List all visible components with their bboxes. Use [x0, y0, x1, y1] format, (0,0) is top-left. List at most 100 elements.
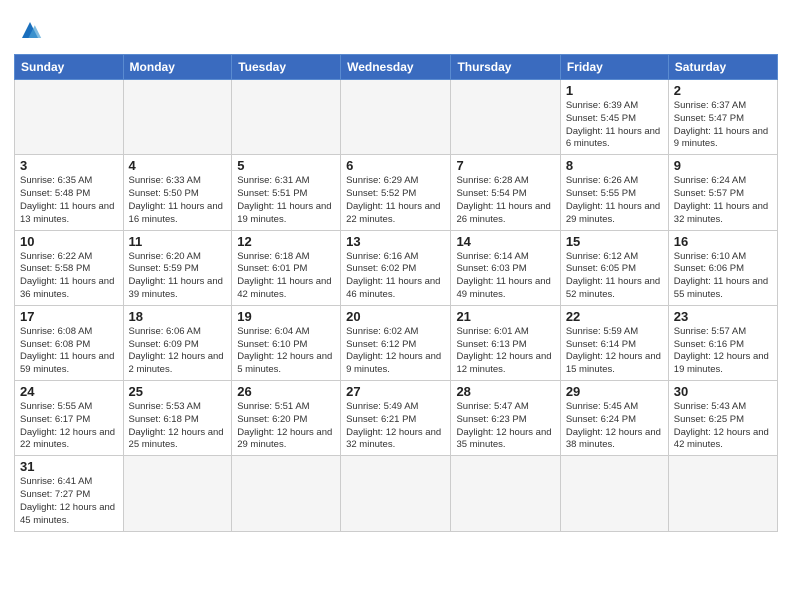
calendar-cell: 25 Sunrise: 5:53 AM Sunset: 6:18 PM Dayli…: [123, 381, 232, 456]
day-info: Sunrise: 6:29 AM Sunset: 5:52 PM Dayligh…: [346, 175, 445, 226]
day-info: Sunrise: 5:43 AM Sunset: 6:25 PM Dayligh…: [674, 401, 772, 452]
day-number: 24: [20, 384, 118, 399]
calendar-cell: 1 Sunrise: 6:39 AM Sunset: 5:45 PM Daylig…: [560, 80, 668, 155]
calendar-cell: 20 Sunrise: 6:02 AM Sunset: 6:12 PM Dayli…: [341, 305, 451, 380]
day-info: Sunrise: 6:26 AM Sunset: 5:55 PM Dayligh…: [566, 175, 663, 226]
calendar-week-row: 10Sunrise: 6:22 AM Sunset: 5:58 PM Dayli…: [15, 230, 778, 305]
day-info: Sunrise: 5:59 AM Sunset: 6:14 PM Dayligh…: [566, 326, 663, 377]
day-number: 1: [566, 83, 663, 98]
calendar-cell: 4 Sunrise: 6:33 AM Sunset: 5:50 PM Daylig…: [123, 155, 232, 230]
day-info: Sunrise: 6:16 AM Sunset: 6:02 PM Dayligh…: [346, 251, 445, 302]
day-info: Sunrise: 6:28 AM Sunset: 5:54 PM Dayligh…: [456, 175, 554, 226]
day-number: 25: [129, 384, 227, 399]
day-number: 29: [566, 384, 663, 399]
logo: [14, 14, 50, 46]
day-info: Sunrise: 6:18 AM Sunset: 6:01 PM Dayligh…: [237, 251, 335, 302]
calendar-cell: 28Sunrise: 5:47 AM Sunset: 6:23 PM Dayli…: [451, 381, 560, 456]
day-number: 13: [346, 234, 445, 249]
day-number: 2: [674, 83, 772, 98]
day-number: 17: [20, 309, 118, 324]
day-info: Sunrise: 5:53 AM Sunset: 6:18 PM Dayligh…: [129, 401, 227, 452]
day-number: 6: [346, 158, 445, 173]
calendar-cell: 31Sunrise: 6:41 AM Sunset: 7:27 PM Dayli…: [15, 456, 124, 531]
day-number: 21: [456, 309, 554, 324]
calendar-cell: [123, 456, 232, 531]
calendar-week-row: 31Sunrise: 6:41 AM Sunset: 7:27 PM Dayli…: [15, 456, 778, 531]
logo-icon: [14, 14, 46, 46]
day-number: 27: [346, 384, 445, 399]
day-info: Sunrise: 6:35 AM Sunset: 5:48 PM Dayligh…: [20, 175, 118, 226]
day-info: Sunrise: 6:37 AM Sunset: 5:47 PM Dayligh…: [674, 100, 772, 151]
calendar-cell: [15, 80, 124, 155]
day-number: 23: [674, 309, 772, 324]
calendar-week-row: 24 Sunrise: 5:55 AM Sunset: 6:17 PM Dayli…: [15, 381, 778, 456]
day-info: Sunrise: 6:22 AM Sunset: 5:58 PM Dayligh…: [20, 251, 118, 302]
calendar-cell: 8 Sunrise: 6:26 AM Sunset: 5:55 PM Daylig…: [560, 155, 668, 230]
calendar-week-row: 1 Sunrise: 6:39 AM Sunset: 5:45 PM Daylig…: [15, 80, 778, 155]
weekday-header: Sunday: [15, 55, 124, 80]
calendar-cell: [451, 456, 560, 531]
calendar-cell: [232, 456, 341, 531]
day-info: Sunrise: 6:33 AM Sunset: 5:50 PM Dayligh…: [129, 175, 227, 226]
calendar-cell: 18Sunrise: 6:06 AM Sunset: 6:09 PM Dayli…: [123, 305, 232, 380]
day-number: 16: [674, 234, 772, 249]
day-info: Sunrise: 6:31 AM Sunset: 5:51 PM Dayligh…: [237, 175, 335, 226]
weekday-header: Monday: [123, 55, 232, 80]
day-info: Sunrise: 6:12 AM Sunset: 6:05 PM Dayligh…: [566, 251, 663, 302]
calendar-cell: 10Sunrise: 6:22 AM Sunset: 5:58 PM Dayli…: [15, 230, 124, 305]
calendar-week-row: 3 Sunrise: 6:35 AM Sunset: 5:48 PM Daylig…: [15, 155, 778, 230]
day-number: 12: [237, 234, 335, 249]
calendar-cell: 16Sunrise: 6:10 AM Sunset: 6:06 PM Dayli…: [668, 230, 777, 305]
day-info: Sunrise: 6:04 AM Sunset: 6:10 PM Dayligh…: [237, 326, 335, 377]
calendar-cell: 14 Sunrise: 6:14 AM Sunset: 6:03 PM Dayli…: [451, 230, 560, 305]
day-number: 15: [566, 234, 663, 249]
day-number: 7: [456, 158, 554, 173]
day-info: Sunrise: 5:57 AM Sunset: 6:16 PM Dayligh…: [674, 326, 772, 377]
calendar-cell: 11Sunrise: 6:20 AM Sunset: 5:59 PM Dayli…: [123, 230, 232, 305]
day-number: 31: [20, 459, 118, 474]
calendar-cell: 17 Sunrise: 6:08 AM Sunset: 6:08 PM Dayli…: [15, 305, 124, 380]
calendar-cell: 2 Sunrise: 6:37 AM Sunset: 5:47 PM Daylig…: [668, 80, 777, 155]
day-number: 30: [674, 384, 772, 399]
day-number: 20: [346, 309, 445, 324]
day-info: Sunrise: 6:02 AM Sunset: 6:12 PM Dayligh…: [346, 326, 445, 377]
calendar-cell: [560, 456, 668, 531]
calendar-cell: 19 Sunrise: 6:04 AM Sunset: 6:10 PM Dayli…: [232, 305, 341, 380]
day-number: 14: [456, 234, 554, 249]
calendar-cell: [668, 456, 777, 531]
day-info: Sunrise: 6:20 AM Sunset: 5:59 PM Dayligh…: [129, 251, 227, 302]
day-info: Sunrise: 6:08 AM Sunset: 6:08 PM Dayligh…: [20, 326, 118, 377]
day-number: 4: [129, 158, 227, 173]
calendar-cell: 7 Sunrise: 6:28 AM Sunset: 5:54 PM Daylig…: [451, 155, 560, 230]
day-number: 19: [237, 309, 335, 324]
calendar-cell: [451, 80, 560, 155]
weekday-header: Thursday: [451, 55, 560, 80]
calendar: SundayMondayTuesdayWednesdayThursdayFrid…: [14, 54, 778, 532]
day-number: 3: [20, 158, 118, 173]
day-info: Sunrise: 6:14 AM Sunset: 6:03 PM Dayligh…: [456, 251, 554, 302]
day-info: Sunrise: 5:49 AM Sunset: 6:21 PM Dayligh…: [346, 401, 445, 452]
day-info: Sunrise: 5:55 AM Sunset: 6:17 PM Dayligh…: [20, 401, 118, 452]
calendar-header-row: SundayMondayTuesdayWednesdayThursdayFrid…: [15, 55, 778, 80]
calendar-week-row: 17 Sunrise: 6:08 AM Sunset: 6:08 PM Dayli…: [15, 305, 778, 380]
weekday-header: Tuesday: [232, 55, 341, 80]
day-info: Sunrise: 5:51 AM Sunset: 6:20 PM Dayligh…: [237, 401, 335, 452]
calendar-cell: 23 Sunrise: 5:57 AM Sunset: 6:16 PM Dayli…: [668, 305, 777, 380]
day-info: Sunrise: 6:39 AM Sunset: 5:45 PM Dayligh…: [566, 100, 663, 151]
calendar-cell: 29 Sunrise: 5:45 AM Sunset: 6:24 PM Dayli…: [560, 381, 668, 456]
page: SundayMondayTuesdayWednesdayThursdayFrid…: [0, 0, 792, 612]
day-info: Sunrise: 6:24 AM Sunset: 5:57 PM Dayligh…: [674, 175, 772, 226]
day-number: 8: [566, 158, 663, 173]
day-number: 28: [456, 384, 554, 399]
calendar-cell: [123, 80, 232, 155]
day-number: 22: [566, 309, 663, 324]
calendar-cell: 22 Sunrise: 5:59 AM Sunset: 6:14 PM Dayli…: [560, 305, 668, 380]
calendar-cell: 12 Sunrise: 6:18 AM Sunset: 6:01 PM Dayli…: [232, 230, 341, 305]
header: [14, 10, 778, 46]
day-number: 18: [129, 309, 227, 324]
day-number: 26: [237, 384, 335, 399]
calendar-cell: 26 Sunrise: 5:51 AM Sunset: 6:20 PM Dayli…: [232, 381, 341, 456]
calendar-cell: 6 Sunrise: 6:29 AM Sunset: 5:52 PM Daylig…: [341, 155, 451, 230]
day-info: Sunrise: 5:45 AM Sunset: 6:24 PM Dayligh…: [566, 401, 663, 452]
calendar-cell: [341, 80, 451, 155]
